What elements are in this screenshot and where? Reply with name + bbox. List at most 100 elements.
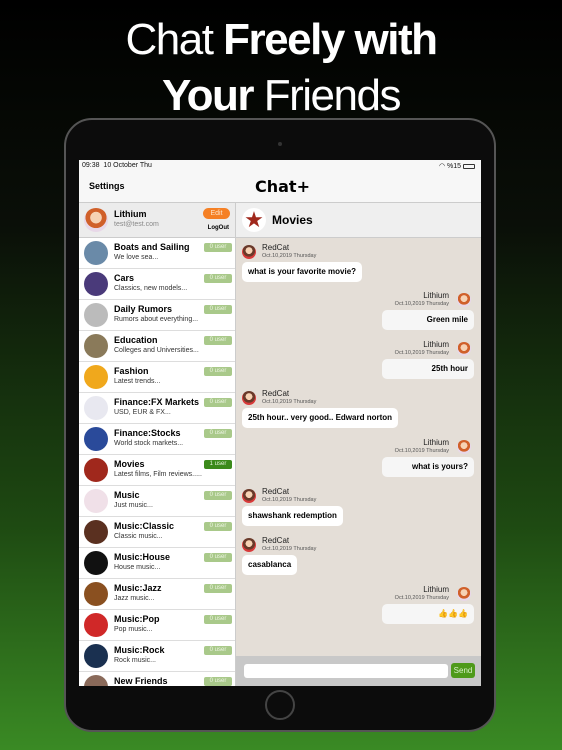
room-title: Finance:FX Markets [114,397,200,407]
room-avatar [84,551,108,575]
promo-headline-2: Your Friends [0,70,562,122]
promo-text-bold: Your [162,71,254,120]
sender-avatar [457,342,471,356]
wifi-icon: ◠ [438,163,446,170]
sender-avatar [242,245,256,259]
room-subtitle: Just music... [114,502,153,509]
room-subtitle: Classic music... [114,533,163,540]
message-bubble[interactable]: Green mile [382,310,474,330]
sender-avatar [457,587,471,601]
room-item[interactable]: Education Colleges and Universities... 0… [79,331,235,362]
room-title: Fashion [114,366,149,376]
input-bar: Send [236,656,481,686]
user-count-badge: 0 user [204,336,232,345]
room-title: Music:House [114,552,171,562]
room-avatar [84,427,108,451]
logout-button[interactable]: LogOut [208,225,229,231]
sender-avatar [242,391,256,405]
user-count-badge: 0 user [204,398,232,407]
room-subtitle: Pop music... [114,626,153,633]
room-avatar [84,303,108,327]
room-avatar [84,520,108,544]
message-bubble[interactable]: 25th hour [382,359,474,379]
room-subtitle: Latest trends... [114,378,161,385]
sender-name: RedCat [262,243,290,252]
room-item[interactable]: Finance:FX Markets USD, EUR & FX... 0 us… [79,393,235,424]
edit-button[interactable]: Edit [203,208,230,219]
user-avatar [84,208,108,232]
app-screen: 09:38 10 October Thu ◠ %15 Settings Chat… [79,160,481,686]
profile-email: test@test.com [114,221,159,228]
promo-text: Friends [253,71,402,120]
message-bubble[interactable]: what is yours? [382,457,474,477]
room-title: Music:Rock [114,645,165,655]
sender-name: RedCat [262,389,290,398]
sender-avatar [457,440,471,454]
room-title: Daily Rumors [114,304,173,314]
room-avatar [84,396,108,420]
message-bubble[interactable]: shawshank redemption [242,506,343,526]
message-date: Oct.10,2019 Thursday [394,448,449,454]
room-item[interactable]: Cars Classics, new models... 0 user [79,269,235,300]
chat-pane: ★ Movies RedCat Oct.10,2019 Thursday wha… [236,203,481,686]
room-subtitle: We love sea... [114,254,159,261]
room-item[interactable]: Music:Pop Pop music... 0 user [79,610,235,641]
room-item[interactable]: Music Just music... 0 user [79,486,235,517]
message-bubble[interactable]: casablanca [242,555,298,575]
room-list[interactable]: Boats and Sailing We love sea... 0 user … [79,238,235,686]
send-button[interactable]: Send [451,663,475,678]
room-title: Movies [114,459,145,469]
room-item[interactable]: Finance:Stocks World stock markets... 0 … [79,424,235,455]
sender-name: Lithium [423,585,449,594]
message-bubble[interactable]: 25th hour.. very good.. Edward norton [242,408,399,428]
room-item[interactable]: Daily Rumors Rumors about everything... … [79,300,235,331]
room-subtitle: Rumors about everything... [114,316,199,323]
room-item[interactable]: Music:Jazz Jazz music... 0 user [79,579,235,610]
message-input[interactable] [244,664,448,678]
user-count-badge: 0 user [204,491,232,500]
profile-row[interactable]: Lithium test@test.com Edit LogOut [79,203,235,238]
room-subtitle: World stock markets... [114,440,184,447]
room-title: Cars [114,273,135,283]
message-date: Oct.10,2019 Thursday [394,350,449,356]
user-count-badge: 0 user [204,243,232,252]
room-avatar [84,241,108,265]
chat-header: ★ Movies [236,203,481,238]
room-item[interactable]: Movies Latest films, Film reviews..... 1… [79,455,235,486]
room-star-icon: ★ [242,208,266,232]
user-count-badge: 0 user [204,646,232,655]
room-item[interactable]: Music:Classic Classic music... 0 user [79,517,235,548]
room-item[interactable]: Music:House House music... 0 user [79,548,235,579]
room-subtitle: Classics, new models... [114,285,188,292]
app-title: Chat+ [255,177,310,196]
user-count-badge: 0 user [204,522,232,531]
room-avatar [84,272,108,296]
room-item[interactable]: Fashion Latest trends... 0 user [79,362,235,393]
battery-level: %15 [447,163,462,170]
sender-avatar [242,489,256,503]
room-title: Music:Classic [114,521,175,531]
settings-button[interactable]: Settings [89,181,125,191]
message-bubble[interactable]: what is your favorite movie? [242,262,363,282]
sender-name: Lithium [423,291,449,300]
user-count-badge: 0 user [204,305,232,314]
sender-name: RedCat [262,487,290,496]
message-date: Oct.10,2019 Thursday [262,399,317,405]
status-bar: 09:38 10 October Thu ◠ %15 [79,160,481,173]
message-date: Oct.10,2019 Thursday [394,301,449,307]
sender-name: Lithium [423,438,449,447]
room-item[interactable]: New Friends 0 user [79,672,235,686]
sender-name: RedCat [262,536,290,545]
room-item[interactable]: Boats and Sailing We love sea... 0 user [79,238,235,269]
status-time: 09:38 [82,162,100,169]
room-title: Education [114,335,158,345]
sidebar: Lithium test@test.com Edit LogOut Boats … [79,203,236,686]
room-title: Music [114,490,140,500]
profile-name: Lithium [114,209,147,219]
message-bubble[interactable]: 👍👍👍 [382,604,474,624]
room-title: New Friends [114,676,168,686]
home-button[interactable] [265,690,295,720]
camera-icon [278,142,282,146]
message-date: Oct.10,2019 Thursday [262,253,317,259]
room-item[interactable]: Music:Rock Rock music... 0 user [79,641,235,672]
